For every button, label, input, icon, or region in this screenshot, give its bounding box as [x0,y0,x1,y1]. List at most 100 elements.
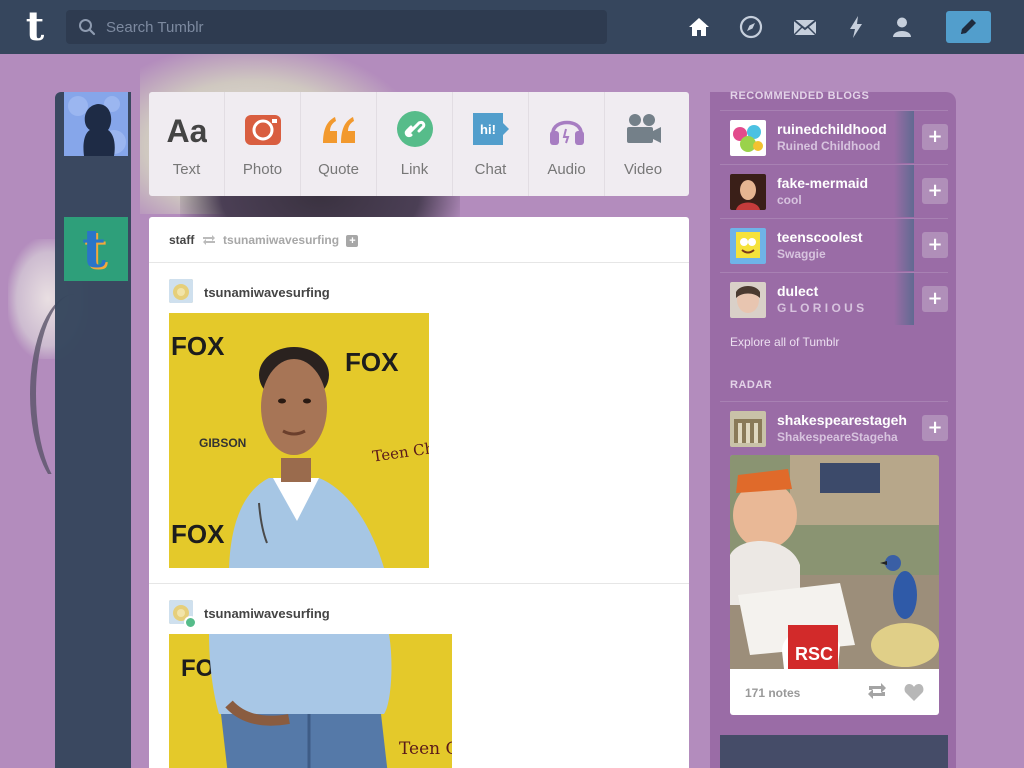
radar-notes-count[interactable]: 171 notes [745,686,800,700]
home-icon[interactable] [686,14,712,40]
post-header: tsunamiwavesurfing [149,263,689,313]
follow-button[interactable]: + [922,124,948,150]
explore-all-link[interactable]: Explore all of Tumblr [730,335,839,349]
reblog-badge-icon [184,616,197,629]
top-navigation-bar: t [0,0,1024,54]
post-type-video-button[interactable]: Video [605,92,681,196]
svg-text:hi!: hi! [480,122,496,137]
post-type-label: Chat [474,161,507,178]
svg-text:RSC: RSC [795,644,833,664]
blog-name[interactable]: fake-mermaid [777,175,868,191]
blog-avatar-image [730,282,766,318]
post-type-quote-button[interactable]: Quote [301,92,377,196]
blog-avatar-image [730,411,766,447]
recommended-blog-row[interactable]: teenscoolest Swaggie + [720,218,948,271]
heart-like-icon[interactable] [904,683,924,701]
left-avatar-column [55,92,131,768]
text-aa-icon: Aa [167,113,207,149]
inbox-mail-icon[interactable] [792,14,818,40]
post-username[interactable]: tsunamiwavesurfing [204,606,330,621]
recommended-blogs-title: RECOMMENDED BLOGS [730,90,870,102]
user-avatar[interactable] [64,92,128,156]
blog-title: G L O R I O U S [777,301,865,315]
quote-icon [322,117,355,143]
blog-avatar-image [730,120,766,156]
right-sidebar: RECOMMENDED BLOGS ruinedchildhood Ruined… [710,90,956,768]
svg-text:Teen Choice: Teen Choice [399,739,452,759]
post-photo[interactable]: FOX FOX FOX GIBSON Teen Choice Awards [169,313,429,568]
post-avatar[interactable] [169,279,193,303]
headphones-icon [549,120,584,145]
user-silhouette-icon [64,92,128,156]
staff-t-logo-icon: t t [64,217,128,281]
reblog-target-link[interactable]: tsunamiwavesurfing [223,233,339,247]
post-type-text-button[interactable]: Aa Text [149,92,225,196]
row-fade [894,219,914,271]
dashboard-feed: staff tsunamiwavesurfing + tsunamiwavesu… [149,217,689,768]
tumblr-logo[interactable]: t [14,6,56,48]
svg-text:Aa: Aa [167,113,207,149]
staff-avatar[interactable]: t t [64,217,128,281]
svg-text:FOX: FOX [345,347,399,377]
blog-name[interactable]: shakespearestageh [777,412,907,428]
radar-blog-row[interactable]: shakespearestageh ShakespeareStageha + [720,401,948,453]
blog-name[interactable]: ruinedchildhood [777,121,887,137]
blog-name[interactable]: teenscoolest [777,229,863,245]
svg-text:FOX: FOX [171,331,225,361]
search-box[interactable] [66,10,607,44]
activity-lightning-icon[interactable] [843,14,869,40]
blog-avatar-image [730,228,766,264]
sidebar-bottom-block [720,735,948,768]
video-camera-icon [627,114,661,143]
post-type-label: Text [172,161,201,178]
blog-title: ShakespeareStageha [777,430,898,444]
radar-post-card[interactable]: RSC 171 notes [730,455,939,715]
follow-button[interactable]: + [922,286,948,312]
blog-avatar[interactable] [730,174,766,210]
row-fade [894,111,914,163]
blog-avatar[interactable] [730,120,766,156]
follow-plus-icon[interactable]: + [346,235,359,247]
svg-text:t: t [82,219,106,280]
follow-button[interactable]: + [922,178,948,204]
blog-title: Swaggie [777,247,826,261]
search-icon [79,19,96,36]
svg-text:GIBSON: GIBSON [199,436,246,450]
follow-button[interactable]: + [922,232,948,258]
post-type-photo-button[interactable]: Photo [225,92,301,196]
search-input[interactable] [106,10,596,44]
post-type-link-button[interactable]: Link [377,92,453,196]
recommended-blog-row[interactable]: dulect G L O R I O U S + [720,272,948,325]
reblog-header: staff tsunamiwavesurfing + [149,217,689,263]
radar-post-photo[interactable]: RSC [730,455,939,669]
compose-post-button[interactable] [946,11,991,43]
post-photo[interactable]: FOX Teen Choice [169,634,452,768]
blog-avatar[interactable] [730,228,766,264]
recommended-blog-row[interactable]: fake-mermaid cool + [720,164,948,217]
reblog-icon[interactable] [867,683,887,699]
blog-avatar[interactable] [730,411,766,447]
explore-compass-icon[interactable] [738,14,764,40]
radar-photo-image: RSC [730,455,939,669]
post-type-label: Video [623,161,663,178]
follow-button[interactable]: + [922,415,948,441]
post-type-chat-button[interactable]: hi! Chat [453,92,529,196]
post-header: tsunamiwavesurfing [149,584,689,634]
post-type-label: Photo [242,161,283,178]
link-icon [396,111,433,147]
post-type-composer: Aa Text Photo Quote Link hi! Chat Audio … [149,92,689,196]
reblog-icon [202,235,215,245]
post-type-audio-button[interactable]: Audio [529,92,605,196]
reblog-source-link[interactable]: staff [169,233,194,247]
blog-title: cool [777,193,802,207]
blog-avatar-image [730,174,766,210]
post-username[interactable]: tsunamiwavesurfing [204,285,330,300]
recommended-blog-row[interactable]: ruinedchildhood Ruined Childhood + [720,110,948,163]
blog-avatar[interactable] [730,282,766,318]
blog-name[interactable]: dulect [777,283,818,299]
row-fade [894,165,914,217]
account-person-icon[interactable] [889,14,915,40]
post-photo-image: FOX FOX FOX GIBSON Teen Choice Awards [169,313,429,568]
radar-title: RADAR [730,379,773,391]
post: tsunamiwavesurfing [149,263,689,313]
